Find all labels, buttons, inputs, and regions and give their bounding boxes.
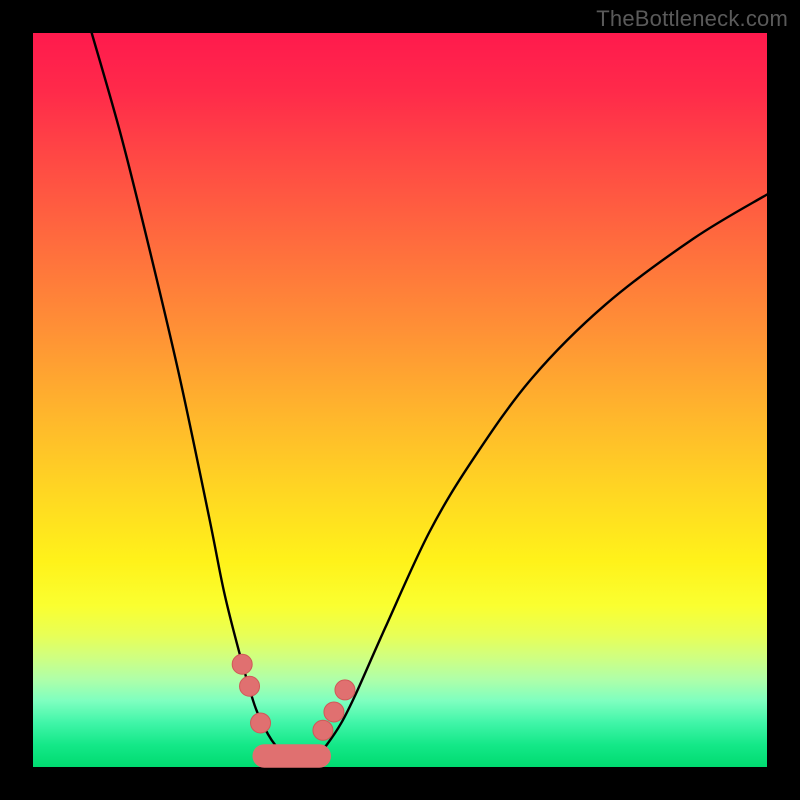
plot-area: [33, 33, 767, 767]
marker-dot: [335, 680, 355, 700]
marker-dot: [313, 720, 333, 740]
marker-dot: [232, 654, 252, 674]
marker-dot: [324, 702, 344, 722]
marker-dot: [251, 713, 271, 733]
bottleneck-curve: [92, 33, 767, 760]
watermark-text: TheBottleneck.com: [596, 6, 788, 32]
curve-layer: [33, 33, 767, 767]
chart-frame: TheBottleneck.com: [0, 0, 800, 800]
marker-dot: [240, 676, 260, 696]
